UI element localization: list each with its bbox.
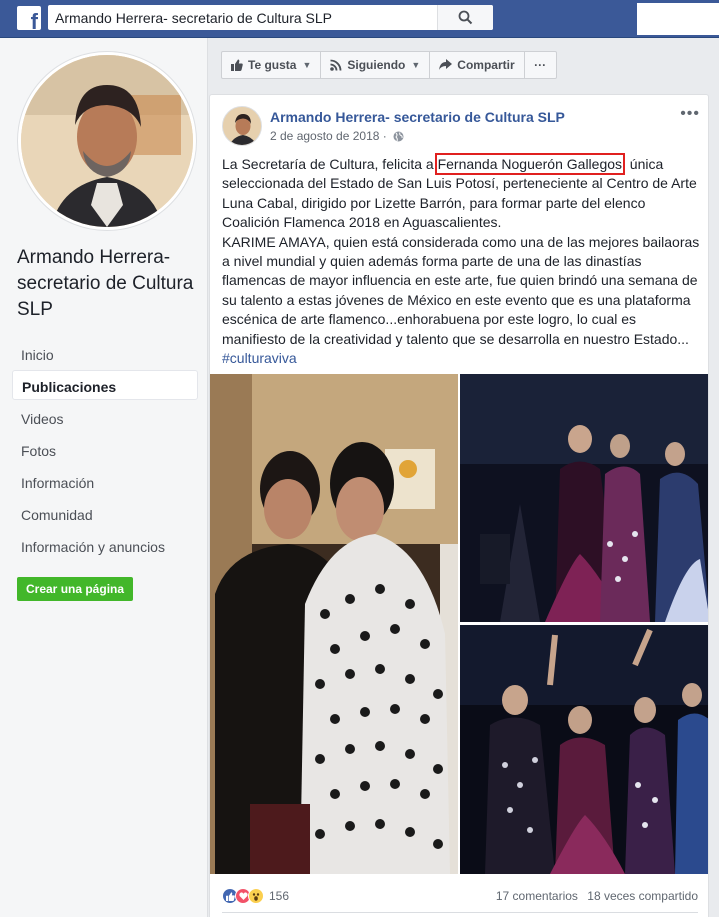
nav-item-publicaciones[interactable]: Publicaciones bbox=[12, 370, 198, 400]
post-card: Armando Herrera- secretario de Cultura S… bbox=[209, 94, 709, 917]
thumbs-up-icon bbox=[231, 59, 243, 71]
post-photo-3[interactable] bbox=[460, 625, 708, 874]
comments-count-link[interactable]: 17 comentarios bbox=[496, 889, 578, 903]
post-author-name[interactable]: Armando Herrera- secretario de Cultura S… bbox=[270, 109, 565, 125]
top-right-area bbox=[637, 3, 719, 35]
nav-item-inicio[interactable]: Inicio bbox=[12, 338, 198, 368]
search-button[interactable] bbox=[437, 5, 493, 30]
reaction-count: 156 bbox=[269, 889, 290, 903]
chevron-down-icon: ▼ bbox=[302, 60, 312, 70]
like-button[interactable]: Te gusta ▼ bbox=[221, 51, 322, 79]
hashtag-link[interactable]: #culturaviva bbox=[222, 350, 297, 366]
top-navigation-bar: f Armando Herrera- secretario de Cultura… bbox=[0, 0, 719, 38]
search-input[interactable]: Armando Herrera- secretario de Cultura S… bbox=[48, 5, 493, 30]
nav-item-fotos[interactable]: Fotos bbox=[12, 434, 198, 464]
shares-count-link[interactable]: 18 veces compartido bbox=[587, 889, 698, 903]
nav-item-videos[interactable]: Videos bbox=[12, 402, 198, 432]
engagement-stats: 17 comentarios 18 veces compartido bbox=[496, 889, 698, 903]
author-avatar-image bbox=[223, 107, 261, 145]
page-navigation: Inicio Publicaciones Videos Fotos Inform… bbox=[12, 338, 198, 562]
nav-item-informacion-y-anuncios[interactable]: Información y anuncios bbox=[12, 530, 198, 560]
highlighted-name: Fernanda Noguerón Gallegos bbox=[434, 153, 626, 175]
profile-photo-image bbox=[21, 55, 193, 227]
post-paragraph-2: KARIME AMAYA, quien está considerada com… bbox=[222, 233, 700, 367]
profile-picture[interactable] bbox=[18, 52, 196, 230]
post-date-text: 2 de agosto de 2018 · bbox=[270, 129, 387, 143]
nav-item-informacion[interactable]: Información bbox=[12, 466, 198, 496]
nav-item-comunidad[interactable]: Comunidad bbox=[12, 498, 198, 528]
post-footer: 156 17 comentarios 18 veces compartido bbox=[222, 887, 698, 907]
following-button[interactable]: Siguiendo ▼ bbox=[320, 51, 431, 79]
chevron-down-icon: ▼ bbox=[411, 60, 421, 70]
share-button-label: Compartir bbox=[457, 58, 515, 72]
search-icon bbox=[458, 10, 473, 25]
post-photo-grid bbox=[210, 374, 708, 874]
wow-reaction-icon bbox=[248, 888, 264, 904]
search-input-value: Armando Herrera- secretario de Cultura S… bbox=[55, 10, 333, 26]
post-photo-1[interactable] bbox=[210, 374, 458, 874]
post-options-button[interactable]: ••• bbox=[680, 105, 700, 123]
facebook-logo-icon[interactable]: f bbox=[17, 6, 41, 33]
footer-divider bbox=[222, 912, 698, 913]
following-button-label: Siguiendo bbox=[347, 58, 406, 72]
post-body: La Secretaría de Cultura, felicita a Fer… bbox=[222, 153, 702, 368]
share-arrow-icon bbox=[439, 59, 453, 70]
post-paragraph-1: La Secretaría de Cultura, felicita a Fer… bbox=[222, 153, 697, 231]
more-options-button[interactable]: ··· bbox=[523, 51, 557, 79]
page-action-bar: Te gusta ▼ Siguiendo ▼ Compartir ··· bbox=[221, 51, 557, 79]
share-button[interactable]: Compartir bbox=[429, 51, 525, 79]
page-sidebar: Armando Herrera- secretario de Cultura S… bbox=[0, 38, 208, 917]
post-timestamp[interactable]: 2 de agosto de 2018 · bbox=[270, 129, 404, 143]
like-button-label: Te gusta bbox=[248, 58, 297, 72]
post-author-avatar[interactable] bbox=[222, 106, 262, 146]
post-photo-2[interactable] bbox=[460, 374, 708, 622]
globe-icon bbox=[393, 131, 404, 142]
page-title[interactable]: Armando Herrera- secretario de Cultura S… bbox=[17, 245, 197, 323]
reactions-summary[interactable]: 156 bbox=[222, 887, 289, 905]
rss-follow-icon bbox=[330, 59, 342, 71]
more-dots-icon: ··· bbox=[534, 58, 547, 72]
create-page-button[interactable]: Crear una página bbox=[17, 577, 133, 601]
